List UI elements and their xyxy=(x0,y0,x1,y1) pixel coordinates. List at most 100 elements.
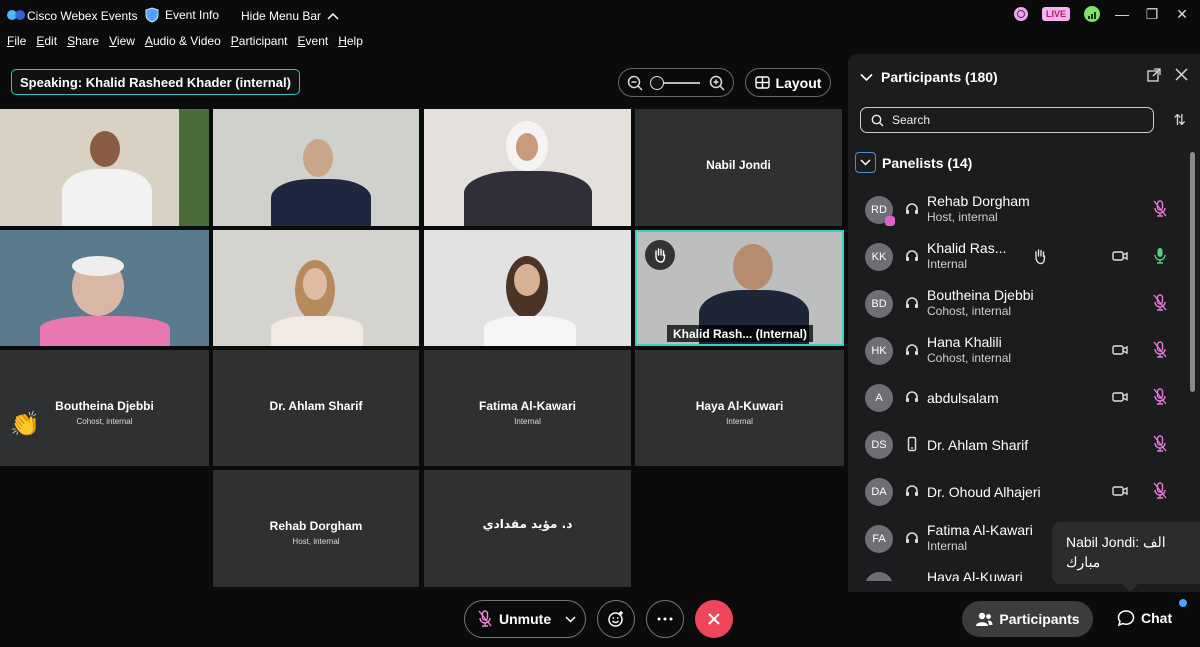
panelist-name: Dr. Ahlam Sharif xyxy=(927,437,1029,453)
video-tile-5[interactable] xyxy=(0,230,209,346)
video-tile-1[interactable] xyxy=(0,109,209,226)
mic-muted-icon[interactable] xyxy=(1153,482,1167,500)
video-camera-icon[interactable] xyxy=(1112,390,1128,404)
minimize-icon[interactable]: — xyxy=(1114,6,1130,22)
live-badge: LIVE xyxy=(1041,7,1070,21)
pop-out-icon[interactable] xyxy=(1147,68,1161,82)
menu-edit[interactable]: Edit xyxy=(36,34,57,52)
panelist-row[interactable]: DS Dr. Ahlam Sharif xyxy=(848,421,1188,468)
layout-label: Layout xyxy=(775,74,822,91)
video-tile-moayad[interactable]: د. مؤيد مقدادي xyxy=(424,470,631,587)
panelist-row[interactable]: RD Rehab Dorgham Host, internal xyxy=(848,186,1188,233)
panel-scrollbar-thumb[interactable] xyxy=(1190,152,1195,392)
mic-muted-icon[interactable] xyxy=(1153,388,1167,406)
video-tile-2[interactable] xyxy=(213,109,419,226)
video-tile-fatima[interactable]: Fatima Al-Kawari Internal xyxy=(424,350,631,466)
unmute-button[interactable]: Unmute xyxy=(464,600,586,638)
mobile-phone-icon xyxy=(907,436,917,452)
chevron-down-icon[interactable] xyxy=(855,152,876,173)
video-tile-6[interactable] xyxy=(213,230,419,346)
chevron-down-icon[interactable] xyxy=(565,615,576,623)
panelist-row[interactable]: BD Boutheina Djebbi Cohost, internal xyxy=(848,280,1188,327)
close-window-icon[interactable]: ✕ xyxy=(1174,6,1190,22)
menu-help[interactable]: Help xyxy=(338,34,363,52)
menu-view[interactable]: View xyxy=(109,34,135,52)
chat-toast-message-cont: مبارك xyxy=(1066,554,1101,570)
video-tile-3[interactable] xyxy=(424,109,631,226)
tile-role: Internal xyxy=(726,417,753,426)
participant-video-face xyxy=(514,264,540,296)
panelists-section-header[interactable]: Panelists (14) xyxy=(855,152,972,173)
panelist-row[interactable]: DA Dr. Ohoud Alhajeri xyxy=(848,468,1188,515)
layout-button[interactable]: Layout xyxy=(745,68,831,97)
hide-menu-label: Hide Menu Bar xyxy=(241,9,322,23)
mic-muted-icon[interactable] xyxy=(1153,200,1167,218)
participants-button[interactable]: Participants xyxy=(962,601,1093,637)
menu-participant[interactable]: Participant xyxy=(231,34,288,52)
participant-video xyxy=(90,131,120,167)
tile-name: Haya Al-Kuwari xyxy=(695,399,784,413)
restore-icon[interactable]: ❐ xyxy=(1144,6,1160,22)
video-tile-active-speaker[interactable]: Khalid Rash... (Internal) xyxy=(635,230,844,346)
event-info-button[interactable]: Event Info xyxy=(145,7,219,23)
hide-menu-bar-button[interactable]: Hide Menu Bar xyxy=(241,9,339,23)
panelist-row[interactable]: A abdulsalam xyxy=(848,374,1188,421)
chat-button-label: Chat xyxy=(1141,610,1173,626)
participant-video xyxy=(303,139,333,177)
video-tile-7[interactable] xyxy=(424,230,631,346)
smiley-add-icon xyxy=(608,611,623,627)
zoom-out-icon[interactable] xyxy=(627,75,643,91)
video-tile-rehab[interactable]: Rehab Dorgham Host, internal xyxy=(213,470,419,587)
menu-event[interactable]: Event xyxy=(298,34,329,52)
recording-icon[interactable] xyxy=(1013,7,1028,21)
chevron-down-icon[interactable] xyxy=(860,73,873,82)
mic-active-icon[interactable] xyxy=(1153,247,1167,265)
panelist-name: Fatima Al-Kawari xyxy=(927,522,1033,538)
video-tile-4[interactable]: Nabil Jondi xyxy=(635,109,842,226)
raised-hand-icon[interactable] xyxy=(1033,247,1047,265)
menu-file[interactable]: File xyxy=(7,34,26,52)
participant-video-body xyxy=(464,171,592,226)
tile-name-strip: Khalid Rash... (Internal) xyxy=(667,325,814,342)
video-tile-ahlam[interactable]: Dr. Ahlam Sharif xyxy=(213,350,419,466)
tile-name: Nabil Jondi xyxy=(706,158,771,172)
leave-meeting-button[interactable] xyxy=(695,600,733,638)
panelist-row[interactable]: HK Hana Khalili Cohost, internal xyxy=(848,327,1188,374)
event-info-label: Event Info xyxy=(165,8,220,22)
video-camera-icon[interactable] xyxy=(1112,249,1128,263)
host-badge-icon xyxy=(885,216,895,226)
panelist-row[interactable]: KK Khalid Ras... Internal xyxy=(848,233,1188,280)
mic-muted-icon[interactable] xyxy=(1153,341,1167,359)
zoom-in-icon[interactable] xyxy=(709,75,725,91)
more-options-button[interactable] xyxy=(646,600,684,638)
zoom-slider[interactable] xyxy=(650,75,700,90)
participants-search-input[interactable]: Search xyxy=(860,107,1154,133)
reactions-button[interactable] xyxy=(597,600,635,638)
video-camera-icon[interactable] xyxy=(1112,484,1128,498)
video-tile-haya[interactable]: Haya Al-Kuwari Internal xyxy=(635,350,844,466)
mic-muted-icon[interactable] xyxy=(1153,294,1167,312)
menu-share[interactable]: Share xyxy=(67,34,99,52)
chat-button[interactable]: Chat xyxy=(1117,609,1172,627)
network-signal-icon[interactable] xyxy=(1084,6,1100,22)
close-panel-icon[interactable] xyxy=(1175,68,1188,81)
panelist-name: Khalid Ras... xyxy=(927,240,1007,256)
search-placeholder: Search xyxy=(892,113,931,127)
mic-muted-icon[interactable] xyxy=(1153,435,1167,453)
video-tile-boutheina[interactable]: Boutheina Djebbi Cohost, internal xyxy=(0,350,209,466)
panel-scrollbar[interactable] xyxy=(1189,144,1196,444)
chevron-up-icon xyxy=(327,12,339,20)
participants-panel-header[interactable]: Participants (180) xyxy=(860,69,998,85)
menu-bar: File Edit Share View Audio & Video Parti… xyxy=(0,34,363,52)
chat-toast-message: Nabil Jondi: الف xyxy=(1066,534,1166,550)
webex-logo-icon xyxy=(7,10,25,20)
menu-audio-video[interactable]: Audio & Video xyxy=(145,34,221,52)
computer-audio-icon xyxy=(906,485,918,496)
sort-icon[interactable]: ⇅ xyxy=(1173,111,1186,129)
unmute-label: Unmute xyxy=(499,611,552,627)
chat-notification-toast[interactable]: Nabil Jondi: الف مبارك xyxy=(1052,522,1200,592)
video-camera-icon[interactable] xyxy=(1112,343,1128,357)
zoom-slider-thumb[interactable] xyxy=(650,75,664,90)
zoom-control[interactable] xyxy=(618,68,734,97)
computer-audio-icon xyxy=(906,203,918,214)
